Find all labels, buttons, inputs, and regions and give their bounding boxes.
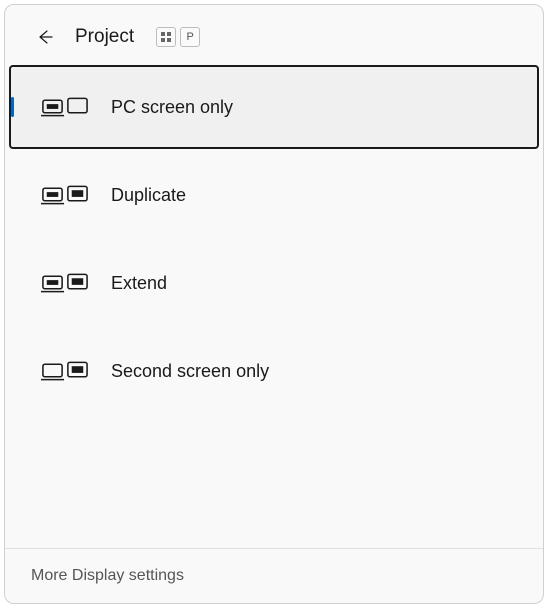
pc-screen-only-icon	[41, 95, 89, 119]
option-label: Second screen only	[111, 361, 269, 382]
duplicate-icon	[41, 183, 89, 207]
option-label: PC screen only	[111, 97, 233, 118]
more-display-settings-link[interactable]: More Display settings	[31, 567, 517, 585]
option-duplicate[interactable]: Duplicate	[9, 153, 539, 237]
option-pc-screen-only[interactable]: PC screen only	[9, 65, 539, 149]
option-label: Extend	[111, 273, 167, 294]
project-panel: Project P PC	[4, 4, 544, 604]
panel-footer: More Display settings	[5, 548, 543, 603]
windows-key-icon	[156, 27, 176, 47]
p-key-icon: P	[180, 27, 200, 47]
extend-icon	[41, 271, 89, 295]
option-label: Duplicate	[111, 185, 186, 206]
option-second-screen-only[interactable]: Second screen only	[9, 329, 539, 413]
option-extend[interactable]: Extend	[9, 241, 539, 325]
project-options: PC screen only Duplicate	[5, 63, 543, 548]
back-button[interactable]	[33, 25, 57, 49]
back-arrow-icon	[35, 27, 55, 47]
panel-title: Project	[75, 26, 134, 48]
shortcut-hint: P	[156, 27, 200, 47]
second-screen-only-icon	[41, 359, 89, 383]
panel-header: Project P	[5, 5, 543, 63]
